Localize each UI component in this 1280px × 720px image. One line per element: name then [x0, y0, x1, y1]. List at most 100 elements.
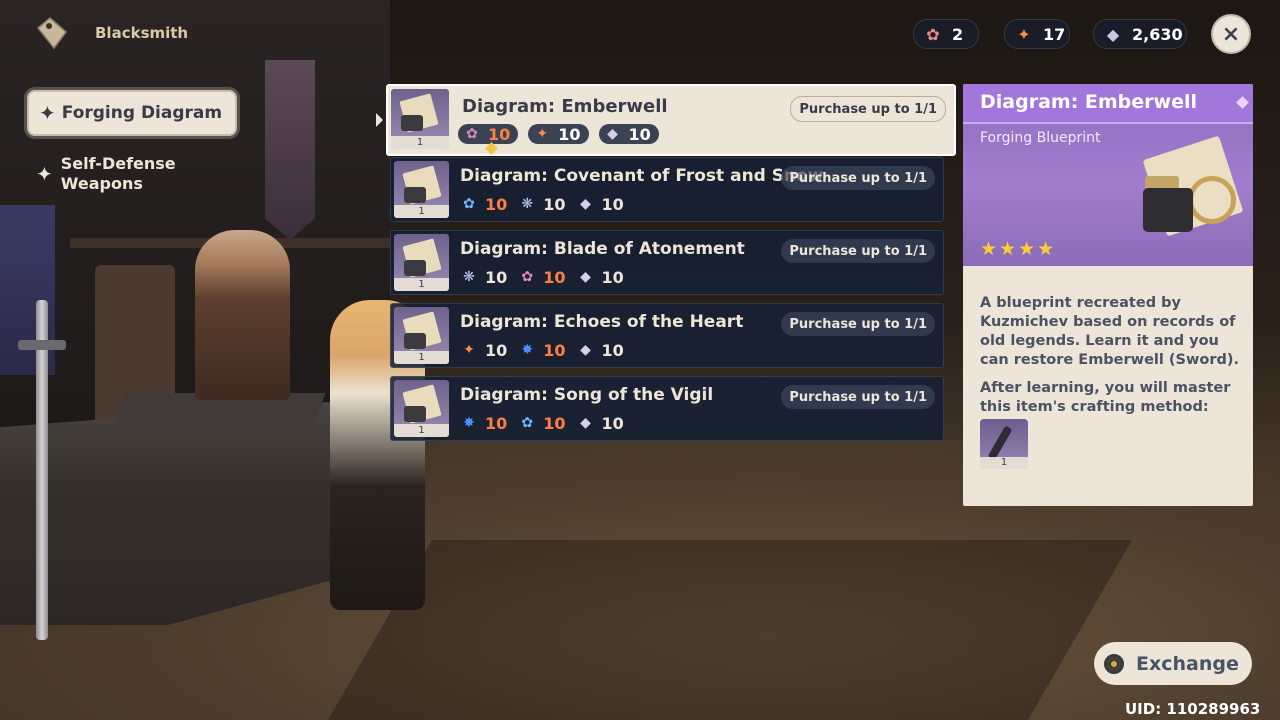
tab-label: Self-Defense Weapons: [60, 154, 176, 193]
currency-counter-2: ✦ 17: [1004, 19, 1070, 49]
purchase-limit-badge: Purchase up to 1/1: [781, 239, 935, 263]
list-item[interactable]: 1 Diagram: Blade of Atonement Purchase u…: [390, 230, 944, 295]
item-quantity: 1: [391, 136, 449, 149]
currency-counter-1: ✿ 2: [913, 19, 979, 49]
cost-value: 10: [485, 194, 508, 214]
orange-bird-icon: ✦: [536, 126, 549, 142]
floor-shadow: [328, 540, 1132, 720]
learn-text: After learning, you will master this ite…: [980, 380, 1231, 415]
cost-item: ◆ 10: [576, 267, 624, 287]
cost-value: 10: [543, 267, 566, 287]
blue-star-icon: ✸: [521, 342, 534, 358]
tab-self-defense-weapons[interactable]: ✦ Self-Defense Weapons: [36, 154, 226, 194]
crystal-icon: ◆: [607, 126, 618, 142]
cost-item: ❋ 10: [517, 194, 565, 214]
list-item[interactable]: 1 Diagram: Echoes of the Heart Purchase …: [390, 303, 944, 368]
star-icon: ★: [999, 238, 1017, 260]
item-title: Diagram: Song of the Vigil: [460, 385, 714, 405]
cost-item: ◆ 10: [576, 413, 624, 433]
cost-item: ◆ 10: [576, 194, 624, 214]
dream-solvent-icon: ✿: [926, 24, 940, 44]
cost-item: ✿ 10: [517, 413, 565, 433]
currency-value: 17: [1043, 24, 1066, 44]
exchange-button[interactable]: Exchange: [1094, 642, 1252, 685]
blueprint-art-icon: [1133, 135, 1244, 250]
cost-value: 10: [543, 194, 566, 214]
rarity-stars: ★ ★ ★ ★: [980, 238, 1054, 260]
cost-value: 10: [601, 194, 624, 214]
cost-value: 10: [628, 124, 651, 144]
blue-flower-icon: ✿: [463, 196, 475, 212]
craftable-sword-thumbnail[interactable]: 1: [980, 419, 1028, 469]
item-title: Diagram: Echoes of the Heart: [460, 312, 744, 332]
item-detail-panel: Diagram: Emberwell Forging Blueprint ★ ★…: [963, 84, 1253, 506]
close-button[interactable]: ×: [1211, 14, 1251, 54]
list-item[interactable]: 1 Diagram: Emberwell Purchase up to 1/1 …: [386, 84, 956, 156]
cost-value: 10: [485, 340, 508, 360]
tab-label: Forging Diagram: [61, 103, 223, 123]
list-item[interactable]: 1 Diagram: Song of the Vigil Purchase up…: [390, 376, 944, 441]
close-icon: ×: [1221, 21, 1241, 47]
cost-item: ✿ 10: [459, 194, 507, 214]
player-uid: UID: 110289963: [1125, 700, 1261, 718]
blacksmith-npc: [195, 230, 290, 400]
item-title: Diagram: Covenant of Frost and Snow: [460, 166, 824, 186]
crystal-chunk-icon: ◆: [1106, 24, 1120, 44]
cost-value: 10: [543, 340, 566, 360]
item-quantity: 1: [394, 205, 449, 218]
crystal-core-icon: ✦: [1017, 24, 1031, 44]
blue-moth-icon: ❋: [521, 196, 534, 212]
cost-list: ✸ 10 ✿ 10 ◆ 10: [459, 413, 624, 433]
cost-value: 10: [543, 413, 566, 433]
purple-flower-icon: ✿: [521, 269, 534, 285]
item-quantity: 1: [394, 278, 449, 291]
purchase-limit-badge: Purchase up to 1/1: [781, 312, 935, 336]
item-title: Diagram: Blade of Atonement: [460, 239, 745, 259]
cost-item: ◆ 10: [598, 124, 659, 144]
cost-value: 10: [601, 267, 624, 287]
warning-icon: [485, 142, 498, 155]
cost-list: ✿ 10 ❋ 10 ◆ 10: [459, 194, 624, 214]
hanging-banner: [265, 60, 315, 240]
shop-title: Blacksmith: [95, 24, 189, 42]
shop-tag-icon: [36, 17, 68, 50]
detail-header: Diagram: Emberwell Forging Blueprint ★ ★…: [963, 84, 1253, 266]
cost-value: 10: [601, 340, 624, 360]
item-quantity: 1: [394, 424, 449, 437]
item-quantity: 1: [980, 457, 1028, 469]
purple-flower-icon: ✿: [466, 126, 478, 142]
blue-moth-icon: ❋: [463, 269, 475, 285]
currency-value: 2: [952, 24, 964, 44]
gem-ornament-icon: [1236, 96, 1249, 109]
currency-counter-3: ◆ 2,630: [1093, 19, 1187, 49]
diagram-thumbnail: 1: [394, 234, 449, 291]
blue-flower-icon: ✿: [521, 415, 534, 431]
star-icon: ★: [1037, 238, 1055, 260]
purchase-limit-badge: Purchase up to 1/1: [781, 385, 935, 409]
detail-title: Diagram: Emberwell: [980, 91, 1198, 113]
cost-item: ◆ 10: [576, 340, 624, 360]
blue-star-icon: ✸: [463, 415, 475, 431]
confirm-ring-icon: [1104, 653, 1124, 674]
cost-value: 10: [485, 267, 508, 287]
diagram-thumbnail: 1: [394, 161, 449, 218]
cost-item: ✦ 10: [459, 340, 507, 360]
cost-list: ❋ 10 ✿ 10 ◆ 10: [459, 267, 624, 287]
cost-item: ✸ 10: [517, 340, 565, 360]
crystal-icon: ◆: [580, 415, 591, 431]
list-item[interactable]: 1 Diagram: Covenant of Frost and Snow Pu…: [390, 157, 944, 222]
item-title: Diagram: Emberwell: [462, 96, 668, 117]
cost-item: ✿ 10: [458, 124, 519, 144]
cost-value: 10: [558, 124, 581, 144]
cost-list: ✦ 10 ✸ 10 ◆ 10: [459, 340, 624, 360]
star-icon: ★: [980, 238, 998, 260]
item-quantity: 1: [394, 351, 449, 364]
cost-item: ✿ 10: [517, 267, 565, 287]
sword-icon: [987, 425, 1013, 461]
sparkle-icon: ✦: [36, 162, 53, 186]
tab-forging-diagram[interactable]: ✦ Forging Diagram: [27, 90, 237, 136]
exchange-label: Exchange: [1136, 652, 1239, 675]
sword-guard: [18, 340, 66, 350]
cost-item: ✸ 10: [459, 413, 507, 433]
purchase-limit-badge: Purchase up to 1/1: [790, 96, 946, 122]
